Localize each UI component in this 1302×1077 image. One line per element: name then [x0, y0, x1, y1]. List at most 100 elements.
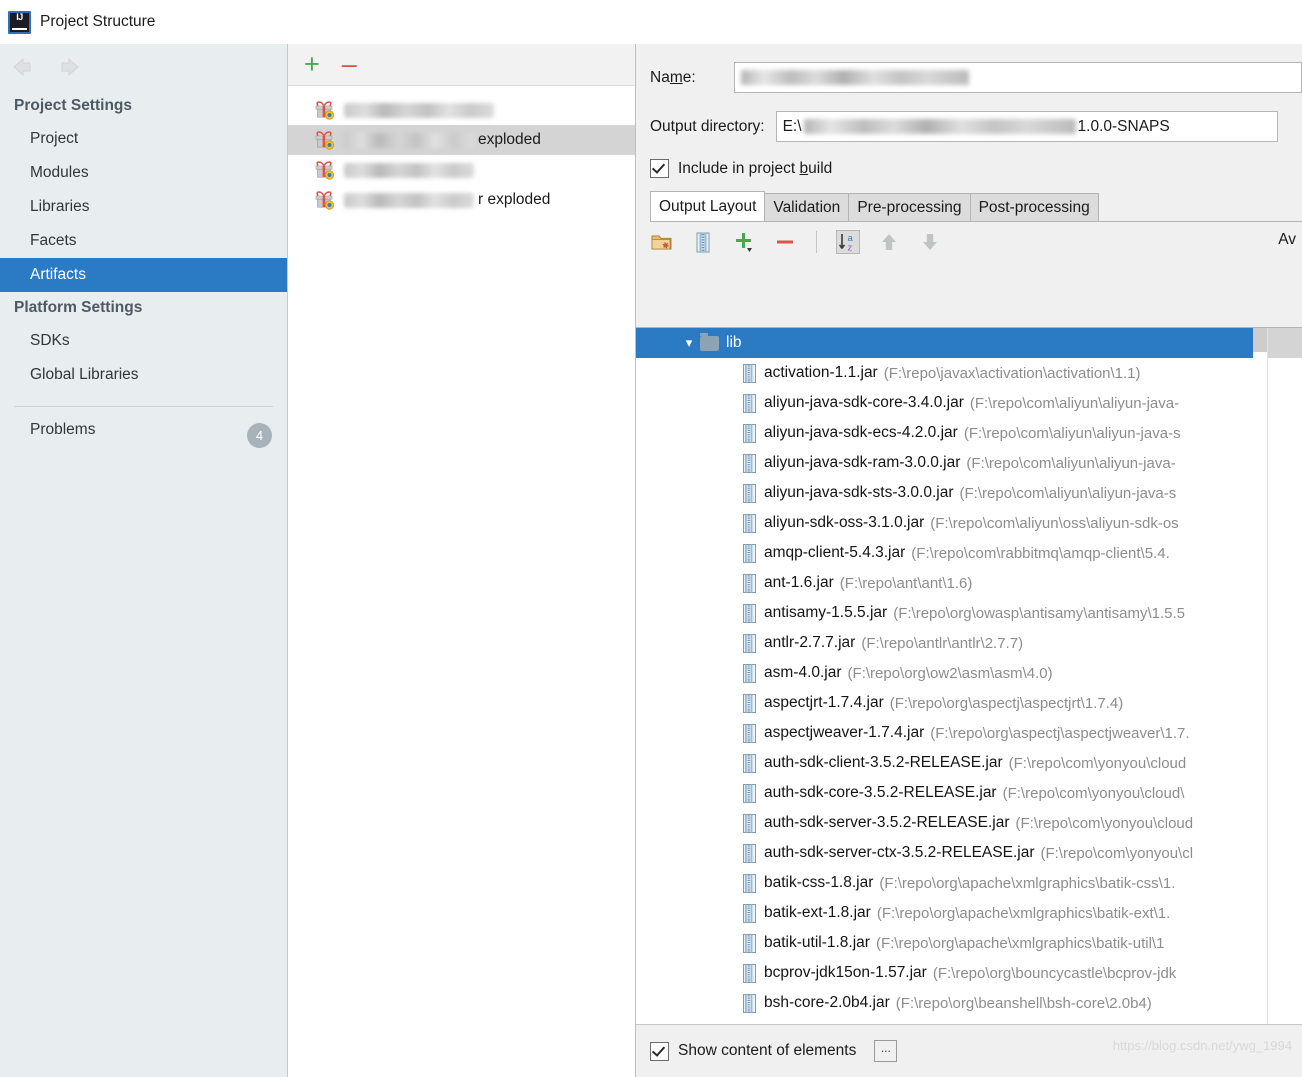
tree-row[interactable]: amqp-client-5.4.3.jar (F:\repo\com\rabbit… — [636, 538, 1302, 568]
tree-scrollbar-thumb[interactable] — [1253, 328, 1268, 352]
tab-post-processing[interactable]: Post-processing — [969, 193, 1099, 221]
jar-file-icon — [743, 633, 756, 653]
sort-alphabetically-icon[interactable]: a z — [836, 230, 860, 254]
move-up-icon[interactable] — [877, 230, 901, 254]
tree-row[interactable]: batik-ext-1.8.jar (F:\repo\org\apache\xml… — [636, 898, 1302, 928]
chevron-down-icon[interactable]: ▾ — [678, 335, 700, 351]
artifacts-list-panel: + – exploded r exploded — [288, 44, 636, 1077]
tree-node-label: ant-1.6.jar — [764, 574, 834, 591]
tree-row[interactable]: aliyun-java-sdk-core-3.4.0.jar (F:\repo\c… — [636, 388, 1302, 418]
create-directory-icon[interactable] — [650, 230, 674, 254]
tree-node-label: lib — [726, 334, 742, 351]
list-item[interactable]: exploded — [288, 125, 635, 155]
show-content-label: Show content of elements — [678, 1042, 857, 1059]
artifact-name — [344, 102, 494, 118]
move-down-icon[interactable] — [918, 230, 942, 254]
settings-sidebar: Project Settings Project Modules Librari… — [0, 44, 288, 1077]
sidebar-item-artifacts[interactable]: Artifacts — [0, 258, 287, 292]
create-archive-icon[interactable] — [691, 230, 715, 254]
tree-node-path: (F:\repo\org\bouncycastle\bcprov-jdk — [932, 964, 1177, 982]
tree-node-path: (F:\repo\ant\ant\1.6) — [839, 574, 973, 592]
sidebar-item-project[interactable]: Project — [0, 122, 287, 156]
tree-row[interactable]: aliyun-java-sdk-ecs-4.2.0.jar (F:\repo\co… — [636, 418, 1302, 448]
artifact-gift-icon — [314, 100, 336, 120]
tree-row[interactable]: batik-css-1.8.jar (F:\repo\org\apache\xml… — [636, 868, 1302, 898]
tab-pre-processing[interactable]: Pre-processing — [848, 193, 971, 221]
sidebar-item-global-libraries[interactable]: Global Libraries — [0, 358, 287, 392]
toolbar-divider — [816, 231, 817, 253]
tree-row[interactable]: auth-sdk-core-3.5.2-RELEASE.jar (F:\repo\… — [636, 778, 1302, 808]
list-item[interactable]: r exploded — [288, 185, 635, 215]
tree-row[interactable]: bcprov-jdk15on-1.57.jar (F:\repo\org\boun… — [636, 958, 1302, 988]
output-directory-input[interactable]: E:\ 1.0.0-SNAPS — [775, 111, 1278, 142]
sidebar-item-sdks[interactable]: SDKs — [0, 324, 287, 358]
tree-node-label: aspectjweaver-1.7.4.jar — [764, 724, 925, 741]
tree-row[interactable]: aliyun-java-sdk-ram-3.0.0.jar (F:\repo\co… — [636, 448, 1302, 478]
sidebar-item-problems[interactable]: Problems — [0, 407, 287, 445]
svg-text:z: z — [848, 243, 853, 254]
tree-row[interactable]: aspectjrt-1.7.4.jar (F:\repo\org\aspectj\… — [636, 688, 1302, 718]
output-layout-tree[interactable]: ▾ lib ❯ activation-1.1.jar (F:\repo\javax… — [636, 327, 1302, 1025]
name-field-row: Name: — [636, 62, 1302, 93]
name-input[interactable] — [733, 62, 1302, 93]
jar-file-icon — [743, 843, 756, 863]
include-in-build-checkbox[interactable] — [650, 159, 669, 178]
tree-row[interactable]: bsh-core-2.0b4.jar (F:\repo\org\beanshell… — [636, 988, 1302, 1018]
sidebar-item-facets[interactable]: Facets — [0, 224, 287, 258]
remove-artifact-button[interactable]: – — [342, 51, 357, 78]
show-content-options-button[interactable]: ... — [874, 1040, 898, 1062]
jar-file-icon — [743, 723, 756, 743]
tree-node-path: (F:\repo\com\aliyun\aliyun-java-s — [959, 484, 1177, 502]
list-item[interactable] — [288, 155, 635, 185]
tree-node-label: aliyun-java-sdk-ram-3.0.0.jar — [764, 454, 961, 471]
tree-row[interactable]: asm-4.0.jar (F:\repo\org\ow2\asm\asm\4.0)… — [636, 658, 1302, 688]
jar-file-icon — [743, 873, 756, 893]
tree-node-path: (F:\repo\org\beanshell\bsh-core\2.0b4) — [895, 994, 1152, 1012]
arrow-right-icon[interactable] — [58, 56, 88, 78]
tree-row[interactable]: aliyun-sdk-oss-3.1.0.jar (F:\repo\com\ali… — [636, 508, 1302, 538]
list-item[interactable] — [288, 95, 635, 125]
artifact-details-panel: Name: Output directory: E:\ 1.0.0-SNAPS — [636, 44, 1302, 1077]
remove-icon[interactable] — [773, 230, 797, 254]
add-copy-of-icon[interactable] — [732, 230, 756, 254]
tab-validation[interactable]: Validation — [764, 193, 850, 221]
tree-node-path: (F:\repo\org\owasp\antisamy\antisamy\1.5… — [893, 604, 1185, 622]
tree-row[interactable]: aliyun-java-sdk-sts-3.0.0.jar (F:\repo\co… — [636, 478, 1302, 508]
artifact-gift-icon — [314, 160, 336, 180]
tree-chevron-selected-cell — [1268, 328, 1302, 358]
output-directory-row: Output directory: E:\ 1.0.0-SNAPS — [636, 111, 1302, 142]
include-in-build-row[interactable]: Include in project build — [636, 159, 1302, 178]
tree-row[interactable]: auth-sdk-client-3.5.2-RELEASE.jar (F:\rep… — [636, 748, 1302, 778]
tree-node-path: (F:\repo\com\rabbitmq\amqp-client\5.4. — [911, 544, 1170, 562]
tab-output-layout[interactable]: Output Layout — [650, 191, 766, 221]
add-artifact-button[interactable]: + — [304, 51, 320, 78]
show-content-checkbox[interactable] — [650, 1041, 669, 1061]
tree-row[interactable]: antisamy-1.5.5.jar (F:\repo\org\owasp\ant… — [636, 598, 1302, 628]
jar-file-icon — [743, 543, 756, 563]
tree-row-lib[interactable]: ▾ lib ❯ — [636, 328, 1302, 358]
arrow-left-icon[interactable] — [10, 56, 40, 78]
tree-row[interactable]: aspectjweaver-1.7.4.jar (F:\repo\org\aspe… — [636, 718, 1302, 748]
tree-row[interactable]: auth-sdk-server-ctx-3.5.2-RELEASE.jar (F:… — [636, 838, 1302, 868]
tree-node-label: activation-1.1.jar — [764, 364, 878, 381]
tree-row[interactable]: ant-1.6.jar(F:\repo\ant\ant\1.6)❯ — [636, 568, 1302, 598]
artifact-name-suffix: r exploded — [478, 191, 551, 208]
tree-node-label: asm-4.0.jar — [764, 664, 842, 681]
navigation-arrows — [0, 44, 287, 90]
sidebar-item-libraries[interactable]: Libraries — [0, 190, 287, 224]
tree-row[interactable]: antlr-2.7.7.jar (F:\repo\antlr\antlr\2.7.… — [636, 628, 1302, 658]
jar-file-icon — [743, 783, 756, 803]
tree-node-path: (F:\repo\org\apache\xmlgraphics\batik-cs… — [879, 874, 1176, 892]
tree-row[interactable]: auth-sdk-server-3.5.2-RELEASE.jar (F:\rep… — [636, 808, 1302, 838]
tree-row[interactable]: batik-util-1.8.jar (F:\repo\org\apache\xm… — [636, 928, 1302, 958]
tree-node-path: (F:\repo\com\aliyun\aliyun-java-s — [963, 424, 1181, 442]
artifact-name: exploded — [344, 131, 541, 149]
redacted-text — [344, 132, 474, 148]
sidebar-item-modules[interactable]: Modules — [0, 156, 287, 190]
jar-file-icon — [743, 963, 756, 983]
tree-row[interactable]: activation-1.1.jar (F:\repo\javax\activat… — [636, 358, 1302, 388]
tree-node-label: batik-ext-1.8.jar — [764, 904, 871, 921]
jar-file-icon — [743, 813, 756, 833]
tree-scrollbar-track[interactable] — [1253, 328, 1268, 1025]
tree-node-label: bsh-core-2.0b4.jar — [764, 994, 890, 1011]
